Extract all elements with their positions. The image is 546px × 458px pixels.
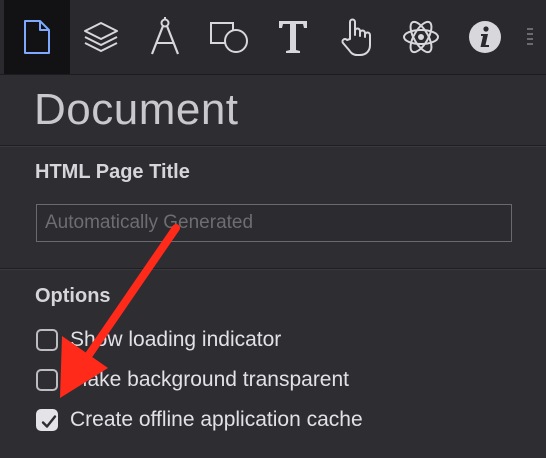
hand-pointer-icon [339, 17, 375, 57]
toolbar-overflow-grip[interactable] [527, 28, 533, 48]
shapes-icon [208, 19, 250, 55]
show-loading-indicator-option[interactable]: Show loading indicator [36, 327, 281, 353]
text-icon [276, 18, 310, 56]
page-title-section-label: HTML Page Title [35, 161, 190, 183]
document-inspector-panel: Document HTML Page Title Options Show lo… [0, 0, 546, 458]
checkmark-icon [41, 415, 57, 428]
tab-geometry[interactable] [132, 0, 198, 74]
compass-icon [147, 17, 183, 57]
page-title-input[interactable] [36, 204, 512, 242]
panel-title: Document [34, 85, 239, 134]
create-offline-cache-checkbox[interactable] [36, 409, 58, 431]
option-label: Make background transparent [70, 368, 349, 391]
inspector-toolbar [0, 0, 546, 75]
document-icon [22, 19, 52, 55]
options-section-label: Options [35, 285, 111, 307]
info-icon [467, 19, 503, 55]
tab-actions[interactable] [324, 0, 390, 74]
layers-icon [82, 20, 120, 54]
tab-physics[interactable] [388, 0, 454, 74]
option-label: Show loading indicator [70, 328, 282, 351]
tab-info[interactable] [452, 0, 518, 74]
tab-text[interactable] [260, 0, 326, 74]
divider [0, 268, 546, 269]
option-label: Create offline application cache [70, 408, 363, 431]
make-background-transparent-option[interactable]: Make background transparent [36, 367, 349, 393]
atom-icon [401, 17, 441, 57]
divider [0, 145, 546, 146]
tab-shapes[interactable] [196, 0, 262, 74]
tab-document[interactable] [4, 0, 70, 74]
create-offline-cache-option[interactable]: Create offline application cache [36, 407, 363, 433]
show-loading-indicator-checkbox[interactable] [36, 329, 58, 351]
tab-layers[interactable] [68, 0, 134, 74]
make-background-transparent-checkbox[interactable] [36, 369, 58, 391]
